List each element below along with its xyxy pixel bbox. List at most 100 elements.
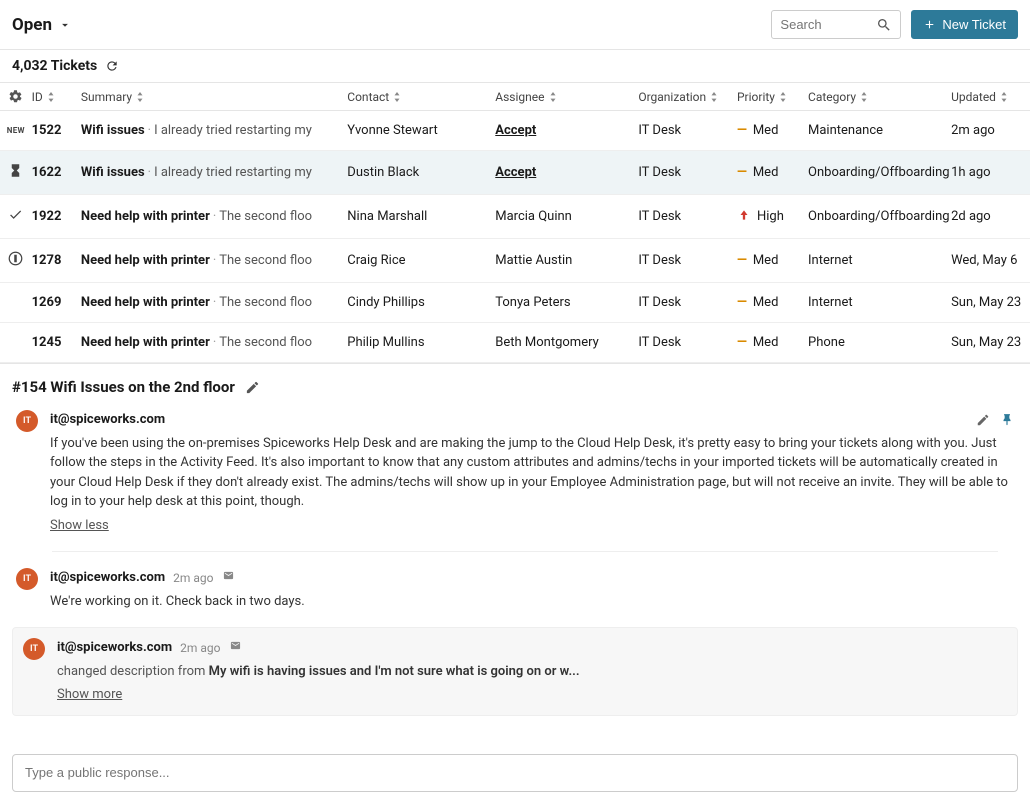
chevron-down-icon	[58, 18, 72, 32]
table-row[interactable]: 1269Need help with printer·The second fl…	[0, 283, 1030, 323]
column-id[interactable]: ID	[32, 90, 81, 104]
column-updated[interactable]: Updated	[951, 90, 1030, 104]
assignee-accept-link[interactable]: Accept	[495, 123, 536, 138]
assignee-name: Mattie Austin	[495, 253, 572, 268]
table-row[interactable]: 1245Need help with printer·The second fl…	[0, 323, 1030, 363]
sort-icon	[1000, 92, 1008, 102]
column-contact[interactable]: Contact	[347, 90, 495, 104]
priority-dash-icon: —	[737, 123, 747, 138]
column-priority[interactable]: Priority	[737, 90, 808, 104]
col-label: Organization	[638, 90, 706, 104]
assignee-accept-link[interactable]: Accept	[495, 165, 536, 180]
updated-label: Sun, May 23	[951, 295, 1021, 310]
ticket-id: 1922	[32, 209, 81, 224]
alert-icon	[8, 251, 23, 270]
contact-name: Nina Marshall	[347, 209, 427, 224]
table-row[interactable]: 1622Wifi issues·I already tried restarti…	[0, 151, 1030, 195]
activity-time: 2m ago	[173, 569, 213, 587]
organization-name: IT Desk	[638, 165, 681, 180]
assignee-name: Beth Montgomery	[495, 335, 599, 350]
contact-name: Cindy Phillips	[347, 295, 425, 310]
mail-icon	[229, 638, 242, 658]
organization-name: IT Desk	[638, 253, 681, 268]
col-label: Assignee	[495, 90, 544, 104]
activity-item: ITit@spiceworks.com2m agoWe're working o…	[12, 568, 1018, 611]
refresh-icon[interactable]	[105, 59, 119, 73]
activity-user: it@spiceworks.com	[50, 568, 165, 588]
activity-text: We're working on it. Check back in two d…	[50, 592, 1014, 612]
check-icon	[8, 207, 23, 226]
table-header: ID Summary Contact Assignee Organization…	[0, 82, 1030, 111]
activity-toggle[interactable]: Show less	[50, 516, 109, 536]
priority-label: Med	[753, 253, 779, 268]
organization-name: IT Desk	[638, 209, 681, 224]
ticket-id: 1522	[32, 123, 81, 138]
col-label: Priority	[737, 90, 775, 104]
organization-name: IT Desk	[638, 123, 681, 138]
sort-icon	[779, 92, 787, 102]
edit-icon[interactable]	[976, 413, 990, 427]
activity-text: changed description from My wifi is havi…	[57, 662, 1007, 682]
column-organization[interactable]: Organization	[638, 90, 737, 104]
pin-icon[interactable]	[1000, 413, 1014, 427]
new-ticket-button[interactable]: New Ticket	[911, 10, 1018, 39]
table-row[interactable]: 1278Need help with printer·The second fl…	[0, 239, 1030, 283]
table-row[interactable]: 1922Need help with printer·The second fl…	[0, 195, 1030, 239]
contact-name: Craig Rice	[347, 253, 405, 268]
col-label: Category	[808, 90, 856, 104]
filter-dropdown[interactable]: Open	[12, 15, 72, 35]
sort-icon	[860, 92, 868, 102]
column-assignee[interactable]: Assignee	[495, 90, 638, 104]
priority-dash-icon: —	[737, 253, 747, 268]
sort-icon	[136, 92, 144, 102]
plus-icon	[923, 18, 936, 31]
ticket-id: 1245	[32, 335, 81, 350]
priority-label: High	[757, 209, 784, 224]
activity-user: it@spiceworks.com	[57, 638, 172, 658]
contact-name: Philip Mullins	[347, 335, 424, 350]
ticket-id: 1278	[32, 253, 81, 268]
priority-dash-icon: —	[737, 165, 747, 180]
col-label: Updated	[951, 90, 996, 104]
priority-label: Med	[753, 123, 779, 138]
priority-dash-icon: —	[737, 295, 747, 310]
detail-title: #154 Wifi Issues on the 2nd floor	[12, 378, 235, 396]
edit-icon[interactable]	[245, 380, 260, 395]
activity-text: If you've been using the on-premises Spi…	[50, 434, 1014, 512]
category-label: Internet	[808, 295, 853, 310]
category-label: Maintenance	[808, 123, 883, 138]
ticket-summary: Wifi issues·I already tried restarting m…	[81, 123, 347, 138]
updated-label: Sun, May 23	[951, 335, 1021, 350]
contact-name: Dustin Black	[347, 165, 419, 180]
col-label: Contact	[347, 90, 389, 104]
avatar: IT	[16, 410, 38, 432]
organization-name: IT Desk	[638, 335, 681, 350]
ticket-summary: Need help with printer·The second floo	[81, 295, 347, 310]
sort-icon	[710, 92, 718, 102]
column-category[interactable]: Category	[808, 90, 951, 104]
col-label: Summary	[81, 90, 132, 104]
category-label: Onboarding/Offboarding	[808, 165, 950, 180]
response-input[interactable]	[25, 765, 1005, 780]
gear-icon[interactable]	[8, 89, 23, 104]
search-icon	[876, 17, 892, 33]
avatar: IT	[23, 638, 45, 660]
updated-label: 2m ago	[951, 123, 995, 138]
activity-toggle[interactable]: Show more	[57, 685, 122, 705]
response-box[interactable]	[12, 754, 1018, 792]
new-badge-icon: NEW	[7, 126, 25, 135]
activity-time: 2m ago	[180, 639, 220, 657]
sort-icon	[393, 92, 401, 102]
search-input[interactable]	[780, 17, 876, 32]
ticket-id: 1622	[32, 165, 81, 180]
ticket-count: 4,032 Tickets	[12, 58, 97, 74]
activity-item: IT it@spiceworks.com 2m ago changed descrip…	[12, 627, 1018, 716]
priority-up-icon	[737, 208, 751, 226]
table-row[interactable]: NEW 1522Wifi issues·I already tried resta…	[0, 111, 1030, 151]
priority-label: Med	[753, 165, 779, 180]
priority-label: Med	[753, 335, 779, 350]
search-box[interactable]	[771, 10, 901, 39]
column-summary[interactable]: Summary	[81, 90, 347, 104]
divider	[52, 551, 998, 552]
category-label: Internet	[808, 253, 853, 268]
